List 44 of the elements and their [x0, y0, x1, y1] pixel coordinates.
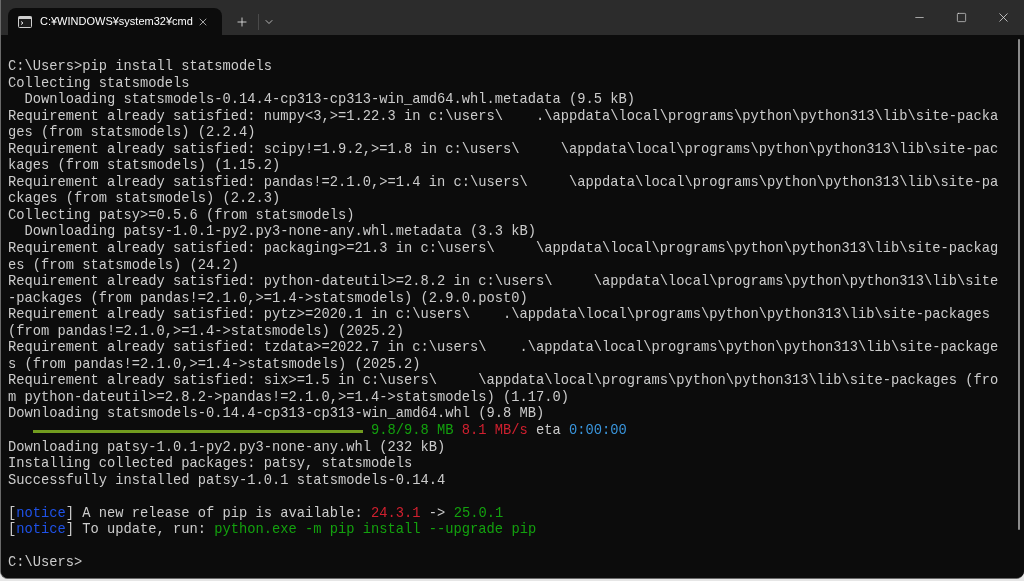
current-version: 24.3.1 [371, 505, 421, 521]
output-line: Installing collected packages: patsy, statsmodels [8, 456, 413, 472]
output-line: (from pandas!=2.1.0,>=1.4->statsmodels) (2025.2) [8, 323, 405, 339]
arrow-text: -> [428, 505, 446, 521]
output-line: Requirement already satisfied: numpy<3,>=1.22.3 in c:\users\ .\appdata\local\programs\python\python313\lib\site-packa [8, 108, 999, 124]
output-line: es (from statsmodels) (24.2) [8, 257, 240, 273]
download-speed: 8.1 MB/s [461, 423, 528, 440]
output-line: ges (from statsmodels) (2.2.4) [8, 125, 256, 141]
output-line: Requirement already satisfied: six>=1.5 in c:\users\ \appdata\local\programs\python\python313\lib\site-packages (fro [8, 373, 999, 389]
output-line: Downloading statsmodels-0.14.4-cp313-cp313-win_amd64.whl.metadata (9.5 kB) [24, 92, 636, 108]
output-line: Downloading statsmodels-0.14.4-cp313-cp313-win_amd64.whl (9.8 MB) [8, 406, 545, 422]
notice-tag: [notice] [8, 522, 75, 538]
prompt-line: C:\Users>pip install statsmodels [8, 59, 273, 74]
output-line: Requirement already satisfied: pytz>=2020.1 in c:\users\ .\appdata\local\programs\python\python313\lib\site-packages [8, 307, 990, 323]
terminal-tab[interactable]: C:¥WINDOWS¥system32¥cmd [8, 8, 222, 35]
tab-title: C:¥WINDOWS¥system32¥cmd [40, 14, 193, 30]
upgrade-command: python.exe -m pip install --upgrade pip [214, 522, 537, 538]
output-line: Collecting patsy>=0.5.6 (from statsmodels) [8, 207, 355, 223]
latest-version: 25.0.1 [453, 505, 504, 521]
output-line: Successfully installed patsy-1.0.1 statsmodels-0.14.4 [8, 472, 446, 488]
output-line: Requirement already satisfied: packaging>=21.3 in c:\users\ \appdata\local\programs\python\python313\lib\site-packag [8, 241, 999, 256]
output-line: ckages (from statsmodels) (2.2.3) [8, 191, 281, 207]
output-line: kages (from statsmodels) (1.15.2) [8, 158, 281, 174]
maximize-icon [955, 12, 967, 23]
notice-tag: [notice] [8, 505, 75, 521]
notice-message: To update, run: [82, 522, 207, 538]
output-line: Collecting statsmodels [8, 75, 190, 91]
download-size: 9.8/9.8 MB [371, 423, 454, 440]
output-line: m python-dateutil>=2.8.2->pandas!=2.1.0,>=1.4->statsmodels) (1.17.0) [8, 389, 570, 405]
output-line: Requirement already satisfied: pandas!=2.1.0,>=1.4 in c:\users\ \appdata\local\programs\python\python313\lib\site-pa [8, 174, 999, 190]
scrollbar-thumb[interactable] [1018, 39, 1020, 530]
terminal-icon [18, 15, 32, 28]
output-line: Requirement already satisfied: tzdata>=2022.7 in c:\users\ .\appdata\local\programs\python\python313\lib\site-package [8, 340, 999, 356]
output-line: Requirement already satisfied: scipy!=1.9.2,>=1.8 in c:\users\ \appdata\local\programs\python\python313\lib\site-pac [8, 141, 999, 157]
prompt-line: C:\Users> [8, 555, 83, 571]
output-line: Downloading patsy-1.0.1-py2.py3-none-any.whl.metadata (3.3 kB) [24, 224, 537, 240]
notice-message: A new release of pip is available: [82, 505, 363, 521]
output-line: Downloading patsy-1.0.1-py2.py3-none-any.whl (232 kB) [8, 439, 446, 455]
output-line: s (from pandas!=2.1.0,>=1.4->statsmodels) (2025.2) [8, 356, 421, 372]
output-line: -packages (from pandas!=2.1.0,>=1.4->statsmodels) (2.9.0.post0) [8, 290, 528, 306]
eta-label: eta [536, 423, 561, 440]
eta-time: 0:00:00 [569, 423, 627, 440]
plus-icon [235, 14, 249, 29]
output-line: Requirement already satisfied: python-dateutil>=2.8.2 in c:\users\ \appdata\local\programs\python\python313\lib\site [8, 274, 999, 290]
